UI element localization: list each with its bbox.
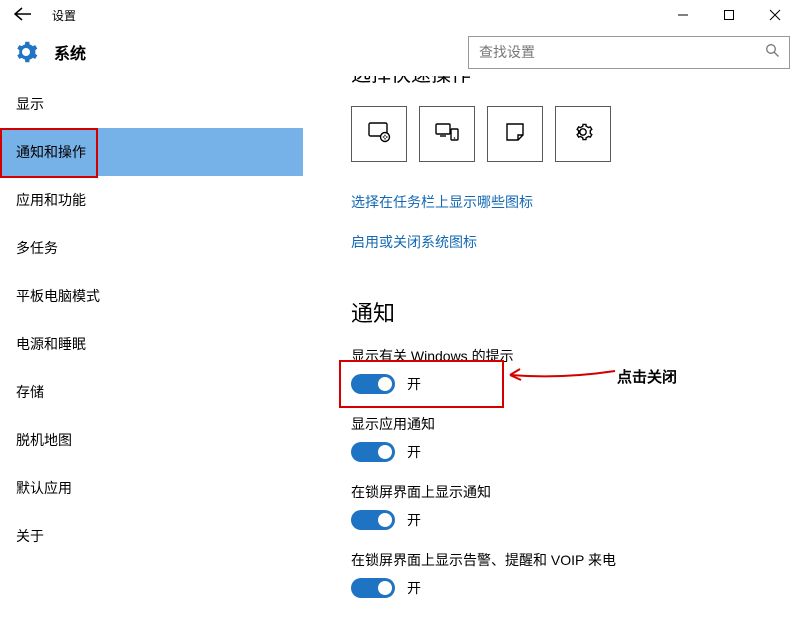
setting-label: 在锁屏界面上显示告警、提醒和 VOIP 来电 <box>351 550 776 570</box>
sidebar: 显示 通知和操作 应用和功能 多任务 平板电脑模式 电源和睡眠 存储 脱机地图 … <box>0 76 303 628</box>
section-title-notifications: 通知 <box>351 296 776 328</box>
close-button[interactable] <box>752 0 798 30</box>
sidebar-item-apps[interactable]: 应用和功能 <box>0 176 303 224</box>
setting-windows-tips: 显示有关 Windows 的提示 开 <box>351 346 776 394</box>
setting-app-notifications: 显示应用通知 开 <box>351 414 776 462</box>
quick-actions-heading: 选择快速操作 <box>351 76 776 84</box>
minimize-button[interactable] <box>660 0 706 30</box>
setting-label: 显示应用通知 <box>351 414 776 434</box>
gear-icon <box>12 38 40 66</box>
settings-icon <box>572 121 594 148</box>
search-input[interactable]: 查找设置 <box>468 36 790 69</box>
content-pane: 选择快速操作 选择在任务 <box>303 76 798 628</box>
sidebar-item-storage[interactable]: 存储 <box>0 368 303 416</box>
note-icon <box>504 121 526 148</box>
toggle-lockscreen-alarms[interactable] <box>351 578 395 598</box>
quick-action-tile-tablet[interactable] <box>351 106 407 162</box>
connect-icon <box>434 122 460 147</box>
toggle-windows-tips[interactable] <box>351 374 395 394</box>
search-placeholder: 查找设置 <box>479 42 765 62</box>
sidebar-item-display[interactable]: 显示 <box>0 80 303 128</box>
maximize-button[interactable] <box>706 0 752 30</box>
sidebar-item-tablet[interactable]: 平板电脑模式 <box>0 272 303 320</box>
quick-action-tile-note[interactable] <box>487 106 543 162</box>
setting-label: 显示有关 Windows 的提示 <box>351 346 776 366</box>
sidebar-item-power[interactable]: 电源和睡眠 <box>0 320 303 368</box>
sidebar-item-maps[interactable]: 脱机地图 <box>0 416 303 464</box>
setting-lockscreen-notifications: 在锁屏界面上显示通知 开 <box>351 482 776 530</box>
toggle-state: 开 <box>407 510 421 530</box>
page-title: 系统 <box>54 40 86 64</box>
sidebar-item-notifications[interactable]: 通知和操作 <box>0 128 303 176</box>
setting-lockscreen-alarms: 在锁屏界面上显示告警、提醒和 VOIP 来电 开 <box>351 550 776 598</box>
link-system-icons[interactable]: 启用或关闭系统图标 <box>351 232 776 252</box>
header: 系统 查找设置 <box>0 30 798 76</box>
quick-action-tile-settings[interactable] <box>555 106 611 162</box>
link-taskbar-icons[interactable]: 选择在任务栏上显示哪些图标 <box>351 192 776 212</box>
toggle-app-notifications[interactable] <box>351 442 395 462</box>
toggle-state: 开 <box>407 442 421 462</box>
back-button[interactable] <box>10 5 38 26</box>
quick-action-tiles <box>351 106 776 162</box>
toggle-state: 开 <box>407 374 421 394</box>
toggle-state: 开 <box>407 578 421 598</box>
sidebar-item-about[interactable]: 关于 <box>0 512 303 560</box>
search-icon <box>765 43 781 61</box>
window-controls <box>660 0 798 30</box>
sidebar-item-default-apps[interactable]: 默认应用 <box>0 464 303 512</box>
toggle-lockscreen-notifications[interactable] <box>351 510 395 530</box>
sidebar-item-multitask[interactable]: 多任务 <box>0 224 303 272</box>
quick-action-tile-connect[interactable] <box>419 106 475 162</box>
tablet-mode-icon <box>366 121 392 148</box>
setting-label: 在锁屏界面上显示通知 <box>351 482 776 502</box>
window-title: 设置 <box>38 7 76 24</box>
